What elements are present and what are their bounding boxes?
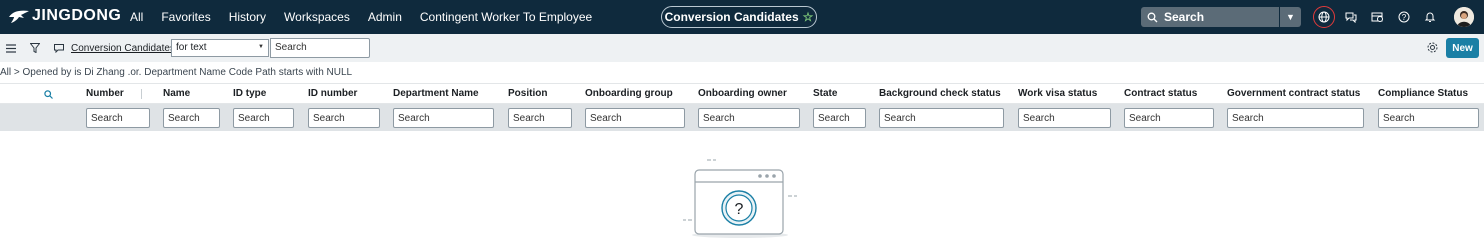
language-button[interactable] — [1313, 6, 1335, 28]
brand-name: JINGDONG — [32, 7, 122, 24]
main-nav: All Favorites History Workspaces Admin C… — [130, 0, 610, 34]
search-icon — [1147, 12, 1158, 22]
comment-icon — [54, 43, 64, 53]
nav-favorites[interactable]: Favorites — [161, 10, 210, 24]
column-header-id-number[interactable]: ID number — [308, 88, 357, 99]
nav-history[interactable]: History — [229, 10, 266, 24]
filter-onboarding-group-input[interactable]: Search — [585, 108, 685, 128]
column-header-contract-status[interactable]: Contract status — [1124, 88, 1197, 99]
filter-number-input[interactable]: Search — [86, 108, 150, 128]
filter-background-check-status-input[interactable]: Search — [879, 108, 1004, 128]
list-settings-button[interactable] — [1426, 41, 1439, 54]
gear-icon — [1427, 42, 1438, 53]
svg-text:?: ? — [735, 201, 744, 218]
filter-state-input[interactable]: Search — [813, 108, 866, 128]
column-header-number[interactable]: Number — [86, 88, 124, 99]
global-search-placeholder: Search — [1164, 10, 1205, 24]
filter-id-type-input[interactable]: Search — [233, 108, 294, 128]
inbox-icon — [1371, 12, 1383, 22]
column-filter-row: Search Search Search Search Search Searc… — [0, 104, 1484, 131]
filter-onboarding-owner-input[interactable]: Search — [698, 108, 800, 128]
list-menu-button[interactable] — [4, 41, 18, 55]
column-header-government-contract-status[interactable]: Government contract status — [1227, 88, 1360, 99]
filter-breadcrumb[interactable]: All > Opened by is Di Zhang .or. Departm… — [0, 67, 352, 78]
filter-government-contract-status-input[interactable]: Search — [1227, 108, 1364, 128]
chat-button[interactable] — [1341, 8, 1359, 26]
page-title: Conversion Candidates — [664, 10, 799, 24]
globe-icon — [1318, 11, 1330, 23]
search-field-select[interactable]: for text ▼ — [171, 39, 269, 57]
filter-name-input[interactable]: Search — [163, 108, 220, 128]
bird-logo-icon — [9, 10, 29, 23]
column-header-compliance-status[interactable]: Compliance Status — [1378, 88, 1468, 99]
favorite-star-icon[interactable]: ☆ — [803, 10, 814, 24]
nav-contingent-worker[interactable]: Contingent Worker To Employee — [420, 10, 592, 24]
funnel-icon — [30, 43, 40, 53]
filter-work-visa-status-input[interactable]: Search — [1018, 108, 1111, 128]
list-title-link[interactable]: Conversion Candidates — [71, 43, 175, 54]
column-header-id-type[interactable]: ID type — [233, 88, 266, 99]
filter-position-input[interactable]: Search — [508, 108, 572, 128]
search-scope-dropdown[interactable]: ▼ — [1280, 7, 1301, 27]
column-search-icon[interactable] — [44, 90, 53, 99]
column-header-name[interactable]: Name — [163, 88, 190, 99]
chevron-down-icon: ▼ — [1286, 12, 1295, 22]
new-button[interactable]: New — [1446, 38, 1479, 58]
filter-id-number-input[interactable]: Search — [308, 108, 380, 128]
filter-contract-status-input[interactable]: Search — [1124, 108, 1214, 128]
page-title-pill[interactable]: Conversion Candidates ☆ — [661, 6, 817, 28]
notifications-button[interactable] — [1421, 8, 1439, 26]
column-header-onboarding-owner[interactable]: Onboarding owner — [698, 88, 787, 99]
column-header-position[interactable]: Position — [508, 88, 547, 99]
bell-icon — [1424, 12, 1436, 22]
user-avatar-icon — [1454, 7, 1474, 27]
inbox-button[interactable] — [1368, 8, 1386, 26]
list-column-header: Number Name ID type ID number Department… — [0, 83, 1484, 104]
column-header-work-visa-status[interactable]: Work visa status — [1018, 88, 1097, 99]
filter-department-name-input[interactable]: Search — [393, 108, 494, 128]
help-button[interactable]: ? — [1395, 8, 1413, 26]
nav-workspaces[interactable]: Workspaces — [284, 10, 350, 24]
column-divider[interactable] — [141, 89, 142, 99]
brand-logo[interactable]: JINGDONG — [8, 7, 121, 25]
search-field-value: for text — [176, 42, 207, 53]
avatar[interactable] — [1454, 7, 1474, 27]
filter-compliance-status-input[interactable]: Search — [1378, 108, 1479, 128]
svg-text:?: ? — [1402, 13, 1407, 22]
hamburger-icon — [6, 43, 16, 53]
activity-stream-button[interactable] — [52, 41, 66, 55]
chat-icon — [1345, 12, 1356, 23]
list-search-input[interactable]: Search — [270, 38, 370, 58]
column-header-department-name[interactable]: Department Name — [393, 88, 479, 99]
column-header-background-check-status[interactable]: Background check status — [879, 88, 1001, 99]
global-search[interactable]: Search — [1141, 7, 1279, 27]
empty-state-illustration: ? — [683, 159, 797, 238]
help-icon: ? — [1398, 11, 1410, 23]
filter-button[interactable] — [28, 41, 42, 55]
nav-admin[interactable]: Admin — [368, 10, 402, 24]
chevron-down-icon: ▼ — [258, 44, 264, 50]
nav-all[interactable]: All — [130, 10, 143, 24]
column-header-state[interactable]: State — [813, 88, 837, 99]
column-header-onboarding-group[interactable]: Onboarding group — [585, 88, 673, 99]
